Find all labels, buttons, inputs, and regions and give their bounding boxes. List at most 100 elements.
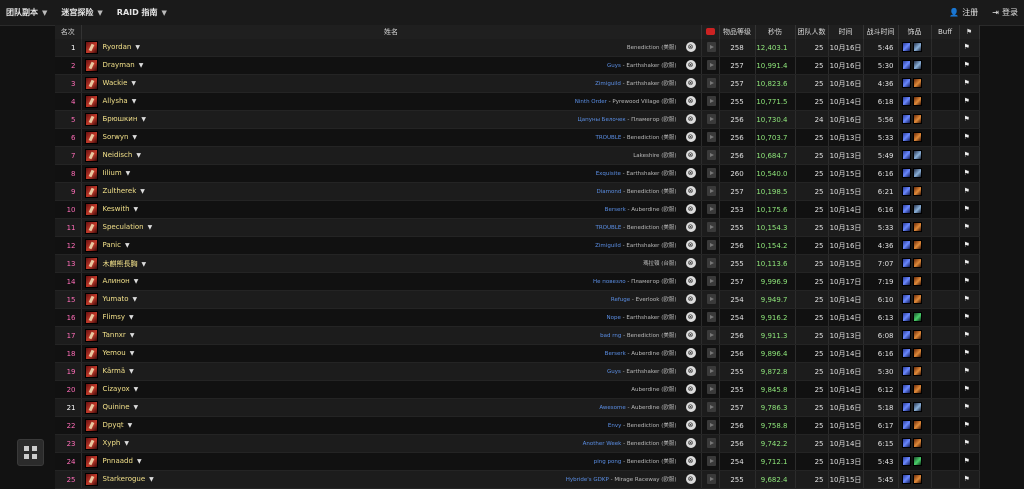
flag-cell[interactable]: ⚑: [959, 200, 980, 219]
player-name[interactable]: Panic ▼: [103, 241, 130, 249]
flag-icon[interactable]: ⚑: [964, 439, 970, 447]
header-trinkets[interactable]: 饰品: [898, 25, 932, 39]
player-name[interactable]: Ryordan ▼: [103, 43, 140, 51]
armory-icon[interactable]: ⊗: [685, 186, 696, 196]
player-name[interactable]: Dpyqt ▼: [103, 421, 133, 429]
flag-cell[interactable]: ⚑: [959, 452, 980, 471]
table-row[interactable]: 25 Starkerogue ▼ Hybride's GDKP - Mirage Ra…: [55, 470, 980, 489]
chevron-down-icon[interactable]: ▼: [130, 332, 135, 339]
video-cell[interactable]: [701, 146, 720, 165]
trinket-icon[interactable]: [912, 132, 922, 142]
chevron-down-icon[interactable]: ▼: [141, 116, 146, 123]
guild-link[interactable]: TROUBLE: [596, 135, 622, 141]
header-ilvl[interactable]: 物品等级: [719, 25, 756, 39]
chevron-down-icon[interactable]: ▼: [134, 404, 139, 411]
chevron-down-icon[interactable]: ▼: [134, 278, 139, 285]
trinket-icon[interactable]: [901, 132, 911, 142]
armory-icon[interactable]: ⊗: [685, 150, 696, 160]
trinket-icon[interactable]: [901, 168, 911, 178]
armory-icon[interactable]: ⊗: [685, 276, 696, 286]
guild-link[interactable]: Ninth Order: [575, 99, 607, 105]
flag-cell[interactable]: ⚑: [959, 182, 980, 201]
chevron-down-icon[interactable]: ▼: [129, 314, 134, 321]
chevron-down-icon[interactable]: ▼: [130, 350, 135, 357]
youtube-icon[interactable]: [706, 456, 716, 466]
armory-icon[interactable]: ⊗: [685, 132, 696, 142]
armory-icon[interactable]: ⊗: [685, 222, 696, 232]
trinket-icon[interactable]: [912, 240, 922, 250]
armory-icon[interactable]: ⊗: [685, 438, 696, 448]
youtube-icon[interactable]: [706, 186, 716, 196]
player-name[interactable]: Drayman ▼: [103, 61, 144, 69]
player-name[interactable]: Sorwyn ▼: [103, 133, 138, 141]
youtube-icon[interactable]: [706, 438, 716, 448]
youtube-icon[interactable]: [706, 114, 716, 124]
trinket-icon[interactable]: [912, 348, 922, 358]
player-name[interactable]: Zultherek ▼: [103, 187, 145, 195]
player-name[interactable]: Xyph ▼: [103, 439, 129, 447]
flag-cell[interactable]: ⚑: [959, 416, 980, 435]
header-players[interactable]: 团队人数: [795, 25, 829, 39]
guild-link[interactable]: Zimiguild: [595, 81, 621, 87]
video-cell[interactable]: [701, 236, 720, 255]
trinket-icon[interactable]: [901, 258, 911, 268]
flag-icon[interactable]: ⚑: [964, 43, 970, 51]
table-row[interactable]: 6 Sorwyn ▼ TROUBLE - Benediction (美服) ⊗ 256 10…: [55, 128, 980, 147]
guild-link[interactable]: Exquisite: [596, 171, 621, 177]
chevron-down-icon[interactable]: ▼: [149, 476, 154, 483]
armory-icon[interactable]: ⊗: [685, 78, 696, 88]
flag-icon[interactable]: ⚑: [964, 295, 970, 303]
armory-icon[interactable]: ⊗: [685, 114, 696, 124]
chevron-down-icon[interactable]: ▼: [132, 98, 137, 105]
flag-icon[interactable]: ⚑: [964, 421, 970, 429]
flag-icon[interactable]: ⚑: [964, 151, 970, 159]
flag-icon[interactable]: ⚑: [964, 79, 970, 87]
guild-link[interactable]: TROUBLE: [596, 225, 622, 231]
flag-cell[interactable]: ⚑: [959, 92, 980, 111]
table-row[interactable]: 8 Iilium ▼ Exquisite - Earthshaker (欧服) ⊗ 260…: [55, 164, 980, 183]
header-rank[interactable]: 名次: [55, 25, 82, 39]
youtube-icon[interactable]: [706, 330, 716, 340]
youtube-icon[interactable]: [706, 96, 716, 106]
flag-cell[interactable]: ⚑: [959, 308, 980, 327]
flag-icon[interactable]: ⚑: [964, 133, 970, 141]
video-cell[interactable]: [701, 380, 720, 399]
trinket-icon[interactable]: [901, 348, 911, 358]
video-cell[interactable]: [701, 398, 720, 417]
flag-icon[interactable]: ⚑: [964, 277, 970, 285]
video-cell[interactable]: [701, 39, 720, 57]
flag-icon[interactable]: ⚑: [964, 349, 970, 357]
chevron-down-icon[interactable]: ▼: [128, 422, 133, 429]
header-name[interactable]: 姓名: [81, 25, 702, 39]
player-name[interactable]: Starkerogue ▼: [103, 475, 154, 483]
flag-cell[interactable]: ⚑: [959, 110, 980, 129]
trinket-icon[interactable]: [901, 312, 911, 322]
player-name[interactable]: Neidisch ▼: [103, 151, 141, 159]
header-buff[interactable]: Buff: [931, 25, 960, 39]
video-cell[interactable]: [701, 308, 720, 327]
chevron-down-icon[interactable]: ▼: [137, 458, 142, 465]
video-cell[interactable]: [701, 254, 720, 273]
trinket-icon[interactable]: [901, 456, 911, 466]
player-name[interactable]: Pnnaadd ▼: [103, 457, 142, 465]
flag-icon[interactable]: ⚑: [964, 313, 970, 321]
guild-link[interactable]: Berserk: [605, 351, 626, 357]
nav-raid[interactable]: 团队副本 ▼: [6, 7, 47, 18]
video-cell[interactable]: [701, 74, 720, 93]
video-cell[interactable]: [701, 128, 720, 147]
table-row[interactable]: 16 Flimsy ▼ Nope - Earthshaker (欧服) ⊗ 254 9,91…: [55, 308, 980, 327]
flag-cell[interactable]: ⚑: [959, 128, 980, 147]
flag-cell[interactable]: ⚑: [959, 434, 980, 453]
table-row[interactable]: 4 Allysha ▼ Ninth Order - Pyrewood Village …: [55, 92, 980, 111]
guild-link[interactable]: ping pong: [594, 459, 622, 465]
table-row[interactable]: 10 Keswith ▼ Berserk - Auberdine (欧服) ⊗ 253 10…: [55, 200, 980, 219]
flag-icon[interactable]: ⚑: [964, 61, 970, 69]
table-row[interactable]: 21 Quinine ▼ Awesome - Auberdine (欧服) ⊗ 257 9,…: [55, 398, 980, 417]
login-link[interactable]: ⇥ 登录: [992, 7, 1018, 18]
player-name[interactable]: Kärmä ▼: [103, 367, 134, 375]
header-dps[interactable]: 秒伤: [755, 25, 796, 39]
video-cell[interactable]: [701, 362, 720, 381]
video-cell[interactable]: [701, 182, 720, 201]
youtube-icon[interactable]: [706, 474, 716, 484]
table-row[interactable]: 13 木麒熊長胸 ▼ 瑪拉頓 (台服) ⊗ 255 10,113.6 25 10月15日 7:07…: [55, 254, 980, 273]
